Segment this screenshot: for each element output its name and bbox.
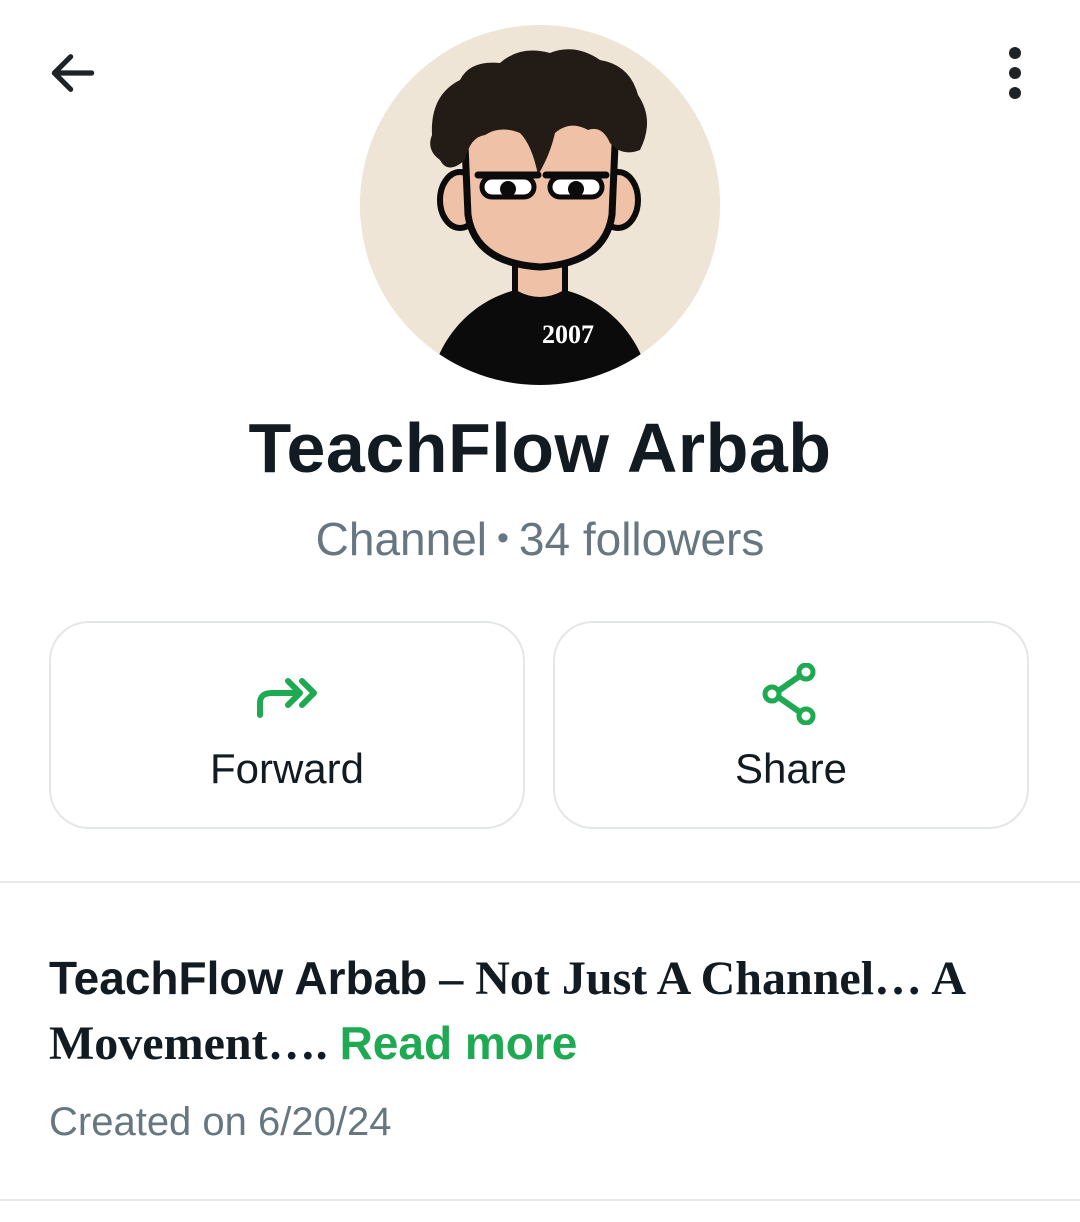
created-date: Created on 6/20/24 bbox=[49, 1100, 392, 1144]
channel-type: Channel bbox=[315, 513, 487, 565]
channel-avatar[interactable]: 2007 bbox=[360, 25, 720, 385]
more-vertical-icon bbox=[1009, 47, 1021, 99]
channel-meta: Channel • 34 followers bbox=[0, 512, 1080, 566]
forward-label: Forward bbox=[209, 745, 365, 792]
section-divider-bottom bbox=[0, 1199, 1080, 1201]
meta-separator: • bbox=[497, 519, 509, 558]
forward-icon bbox=[257, 678, 317, 718]
description-channel-name: TeachFlow Arbab bbox=[49, 952, 428, 1004]
channel-description: TeachFlow Arbab – Not Just A Channel… A … bbox=[49, 946, 1039, 1076]
share-label: Share bbox=[734, 745, 848, 792]
arrow-left-icon bbox=[51, 54, 95, 92]
share-icon bbox=[762, 663, 816, 725]
share-button[interactable]: Share bbox=[553, 621, 1029, 829]
section-divider bbox=[0, 881, 1080, 883]
followers-count[interactable]: 34 followers bbox=[519, 513, 764, 565]
more-options-button[interactable] bbox=[972, 30, 1058, 116]
forward-button[interactable]: Forward bbox=[49, 621, 525, 829]
channel-name: TeachFlow Arbab bbox=[248, 409, 832, 487]
read-more-link[interactable]: Read more bbox=[340, 1017, 578, 1069]
back-button[interactable] bbox=[30, 30, 116, 116]
avatar-shirt-text: 2007 bbox=[542, 320, 594, 349]
